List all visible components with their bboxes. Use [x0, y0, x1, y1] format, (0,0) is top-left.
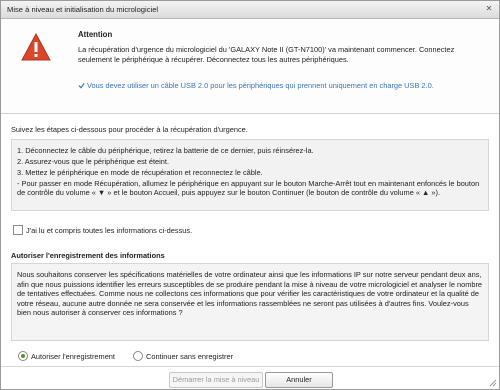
- window-title: Mise à niveau et initialisation du micro…: [7, 5, 159, 14]
- allow-radio[interactable]: [18, 351, 28, 361]
- step-item: 3. Mettez le périphérique en mode de réc…: [17, 168, 263, 177]
- warning-text: La récupération d'urgence du micrologici…: [78, 45, 455, 64]
- footer-divider: [1, 366, 499, 367]
- usb-note-text: Vous devez utiliser un câble USB 2.0 pou…: [87, 81, 434, 90]
- steps-box: 1. Déconnectez le câble du périphérique,…: [11, 139, 489, 211]
- resize-grip-icon[interactable]: [489, 379, 497, 387]
- usb-note: Vous devez utiliser un câble USB 2.0 pou…: [78, 81, 434, 90]
- warning-panel: Attention La récupération d'urgence du m…: [1, 19, 499, 114]
- warning-title: Attention: [78, 30, 113, 39]
- deny-radio-label[interactable]: Continuer sans enregistrer: [146, 352, 233, 361]
- title-bar: Mise à niveau et initialisation du micro…: [1, 1, 499, 19]
- deny-radio[interactable]: [133, 351, 143, 361]
- info-text: Nous souhaitons conserver les spécificat…: [17, 270, 483, 318]
- steps-intro: Suivez les étapes ci-dessous pour procéd…: [11, 125, 248, 134]
- close-icon[interactable]: ✕: [484, 4, 494, 14]
- cancel-button[interactable]: Annuler: [265, 372, 333, 388]
- step-item: 2. Assurez-vous que le périphérique est …: [17, 157, 170, 166]
- info-box: Nous souhaitons conserver les spécificat…: [11, 263, 489, 341]
- step-item: 1. Déconnectez le câble du périphérique,…: [17, 146, 314, 155]
- info-heading: Autoriser l'enregistrement des informati…: [11, 251, 165, 260]
- confirm-checkbox[interactable]: [13, 225, 23, 235]
- upgrade-dialog: Mise à niveau et initialisation du micro…: [0, 0, 500, 390]
- warning-triangle-icon: [21, 33, 51, 61]
- allow-radio-label[interactable]: Autoriser l'enregistrement: [31, 352, 115, 361]
- info-arrow-icon: [78, 82, 85, 89]
- start-upgrade-button[interactable]: Démarrer la mise à niveau: [169, 372, 263, 388]
- confirm-label[interactable]: J'ai lu et compris toutes les informatio…: [26, 226, 192, 235]
- step-item: - Pour passer en mode Récupération, allu…: [17, 179, 480, 197]
